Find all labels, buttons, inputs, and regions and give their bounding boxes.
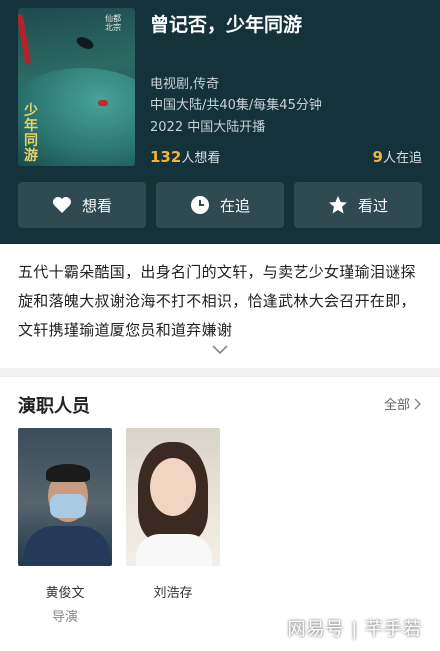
heart-icon bbox=[52, 197, 71, 213]
show-header: 少年同游 仙都 北宗 曾记否，少年同游 电视剧,传奇 中国大陆/共40集/每集4… bbox=[0, 0, 440, 244]
poster-red-mark bbox=[98, 100, 108, 106]
poster-bird bbox=[74, 34, 96, 52]
watermark-text: 网易号 | 芊手若 bbox=[287, 619, 422, 640]
want-number: 132 bbox=[150, 148, 182, 166]
cast-section-title: 演职人员 bbox=[18, 396, 90, 417]
poster-red-stroke bbox=[18, 13, 32, 65]
photo-figure bbox=[24, 526, 110, 566]
photo-hair bbox=[46, 464, 90, 482]
chevron-right-icon bbox=[414, 398, 421, 409]
star-icon bbox=[328, 196, 347, 214]
cast-all-label: 全部 bbox=[383, 398, 410, 413]
watching-count: 9人在追 bbox=[373, 147, 422, 166]
show-title: 曾记否，少年同游 bbox=[150, 14, 303, 36]
watched-button[interactable]: 看过 bbox=[294, 182, 422, 228]
show-premiere: 2022 中国大陆开播 bbox=[150, 120, 266, 135]
cast-photo-2[interactable] bbox=[126, 428, 220, 566]
cast-all-link[interactable]: 全部 bbox=[384, 394, 422, 413]
watching-label: 在追 bbox=[219, 196, 250, 215]
poster-image[interactable]: 少年同游 仙都 北宗 bbox=[18, 8, 135, 166]
cast-name-2[interactable]: 刘浩存 bbox=[126, 582, 220, 601]
want-to-watch-label: 想看 bbox=[81, 196, 112, 215]
cast-photo-1[interactable] bbox=[18, 428, 112, 566]
watching-suffix: 人在追 bbox=[382, 151, 422, 166]
photo-mask bbox=[50, 494, 86, 518]
watching-number: 9 bbox=[372, 148, 383, 166]
section-divider bbox=[0, 368, 440, 377]
photo-face bbox=[150, 458, 196, 516]
watched-label: 看过 bbox=[357, 196, 388, 215]
cast-role-1: 导演 bbox=[51, 610, 78, 625]
poster-vertical-subtitle: 仙都 北宗 bbox=[105, 14, 121, 32]
synopsis-text: 五代十霸朵酷国，出身名门的文轩，与卖艺少女瑾瑜泪谜探旋和落魄大叔谢沧海不打不相识… bbox=[18, 263, 416, 339]
photo-figure bbox=[136, 534, 212, 566]
show-region-episodes: 中国大陆/共40集/每集45分钟 bbox=[150, 98, 322, 113]
want-count: 132人想看 bbox=[150, 147, 220, 166]
poster-vertical-title: 少年同游 bbox=[24, 103, 38, 164]
show-genre: 电视剧,传奇 bbox=[150, 77, 220, 92]
clock-icon bbox=[190, 196, 209, 214]
want-suffix: 人想看 bbox=[181, 151, 221, 166]
want-to-watch-button[interactable]: 想看 bbox=[18, 182, 146, 228]
chevron-down-icon[interactable] bbox=[212, 345, 228, 355]
cast-name-1[interactable]: 黄俊文 bbox=[18, 582, 112, 601]
watching-button[interactable]: 在追 bbox=[156, 182, 284, 228]
